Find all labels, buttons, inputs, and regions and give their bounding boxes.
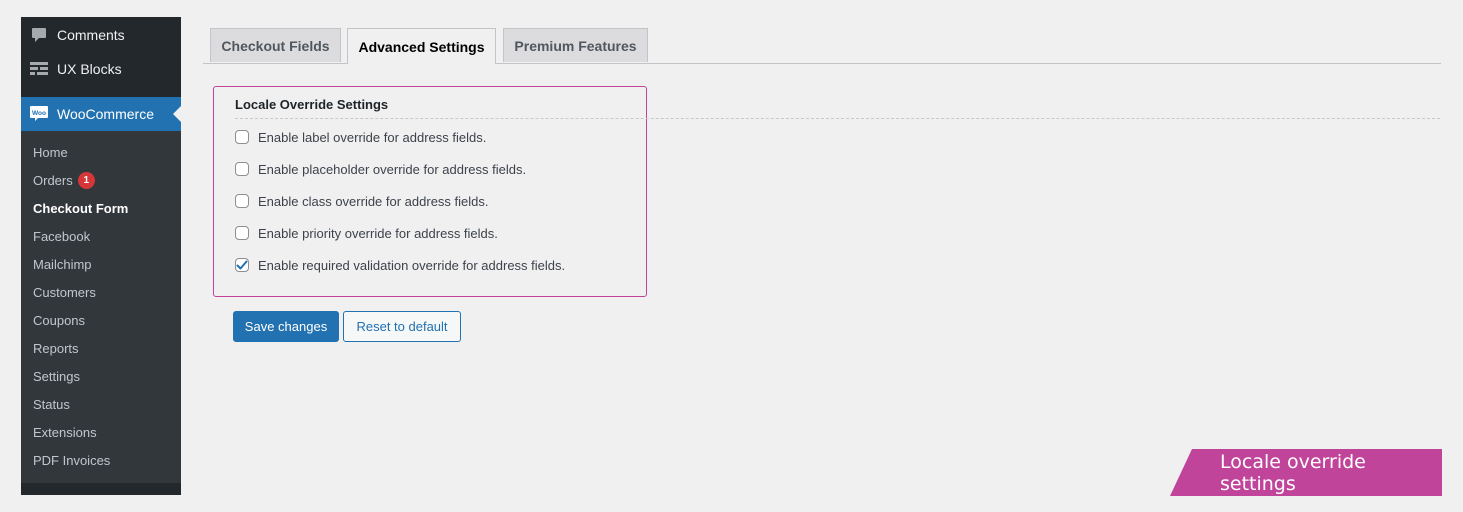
current-menu-arrow [173, 106, 181, 122]
submenu-label: Facebook [33, 228, 91, 244]
tab-premium-features[interactable]: Premium Features [503, 28, 648, 62]
option-label: Enable label override for address fields… [258, 129, 487, 145]
option-label-override[interactable]: Enable label override for address fields… [235, 128, 486, 146]
option-label: Enable priority override for address fie… [258, 225, 498, 241]
section-divider [235, 118, 1440, 119]
submenu-label: Status [33, 396, 70, 412]
checkbox[interactable] [235, 194, 249, 208]
submenu-item-pdf-invoices[interactable]: PDF Invoices [21, 446, 181, 474]
submenu-label: Settings [33, 368, 80, 384]
submenu-label: Checkout Form [33, 200, 129, 216]
checkbox[interactable] [235, 162, 249, 176]
woocommerce-submenu: Home Orders 1 Checkout Form Facebook Mail… [21, 138, 181, 474]
option-label: Enable class override for address fields… [258, 193, 489, 209]
sidebar-item-label: UX Blocks [57, 61, 122, 77]
submenu-label: Coupons [33, 312, 86, 328]
settings-tabs: Checkout Fields Advanced Settings Premiu… [203, 27, 1441, 64]
submenu-label: PDF Invoices [33, 452, 111, 468]
save-changes-button[interactable]: Save changes [233, 311, 339, 342]
submenu-item-checkout-form[interactable]: Checkout Form [21, 194, 181, 222]
sidebar-item-comments[interactable]: Comments [21, 18, 181, 52]
submenu-label: Reports [33, 340, 79, 356]
orders-count-badge: 1 [77, 171, 95, 189]
option-label: Enable required validation override for … [258, 257, 566, 273]
tab-checkout-fields[interactable]: Checkout Fields [210, 28, 341, 62]
option-class-override[interactable]: Enable class override for address fields… [235, 192, 489, 210]
svg-text:Woo: Woo [32, 110, 46, 117]
option-placeholder-override[interactable]: Enable placeholder override for address … [235, 160, 526, 178]
sidebar-item-woocommerce[interactable]: Woo WooCommerce [21, 97, 181, 131]
comment-icon [21, 27, 57, 43]
submenu-item-mailchimp[interactable]: Mailchimp [21, 250, 181, 278]
submenu-item-home[interactable]: Home [21, 138, 181, 166]
submenu-item-coupons[interactable]: Coupons [21, 306, 181, 334]
sidebar-bottom-section [21, 483, 181, 495]
section-title: Locale Override Settings [235, 97, 389, 112]
submenu-item-reports[interactable]: Reports [21, 334, 181, 362]
checkmark-icon [236, 260, 248, 270]
option-label: Enable placeholder override for address … [258, 161, 527, 177]
submenu-item-settings[interactable]: Settings [21, 362, 181, 390]
submenu-label: Orders [33, 172, 73, 188]
option-priority-override[interactable]: Enable priority override for address fie… [235, 224, 498, 242]
sidebar-item-label: Comments [57, 27, 125, 43]
submenu-item-status[interactable]: Status [21, 390, 181, 418]
option-required-validation-override[interactable]: Enable required validation override for … [235, 256, 565, 274]
tab-advanced-settings[interactable]: Advanced Settings [347, 28, 496, 64]
submenu-item-facebook[interactable]: Facebook [21, 222, 181, 250]
submenu-item-orders[interactable]: Orders 1 [21, 166, 181, 194]
checkbox[interactable] [235, 130, 249, 144]
submenu-item-customers[interactable]: Customers [21, 278, 181, 306]
submenu-label: Mailchimp [33, 256, 92, 272]
submenu-item-extensions[interactable]: Extensions [21, 418, 181, 446]
sidebar-item-ux-blocks[interactable]: UX Blocks [21, 52, 181, 86]
checkbox[interactable] [235, 226, 249, 240]
checkbox-checked[interactable] [235, 258, 249, 272]
caption-banner: Locale override settings [1170, 449, 1442, 496]
banner-text: Locale override settings [1220, 450, 1366, 495]
submenu-label: Home [33, 144, 68, 160]
reset-to-default-button[interactable]: Reset to default [343, 311, 461, 342]
sidebar-item-label: WooCommerce [57, 106, 154, 122]
submenu-label: Extensions [33, 424, 97, 440]
woo-icon: Woo [21, 105, 57, 123]
blocks-icon [21, 62, 57, 76]
submenu-label: Customers [33, 284, 96, 300]
admin-sidebar: Comments UX Blocks Woo WooCommerce Home … [21, 17, 181, 495]
